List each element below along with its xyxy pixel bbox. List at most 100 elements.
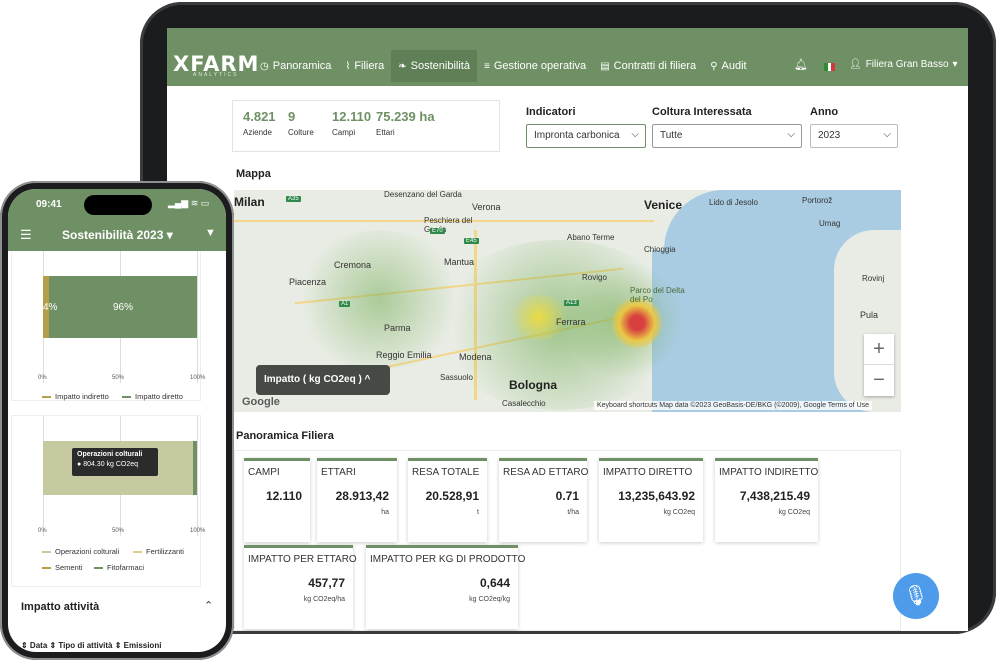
card-resa-totale: RESA TOTALE 20.528,91 t (408, 458, 487, 542)
nav-label: Sostenibilità (410, 60, 470, 72)
city-label: Parco del Delta del Po (630, 286, 685, 304)
nav-panoramica[interactable]: ◷ Panoramica (253, 50, 338, 82)
phone-screen: 09:41 ▂▄▆ ≋ ▭ ☰ Sostenibilità 2023 ▾ ▼ 4… (8, 189, 226, 652)
caret-down-icon: ▾ (952, 59, 958, 70)
card-resa-ettaro: RESA AD ETTARO 0.71 t/ha (499, 458, 588, 542)
legend-swatch (94, 567, 103, 570)
anno-select[interactable]: 2023 ⌵ (810, 124, 898, 148)
card-unit: ha (381, 509, 389, 516)
highway-shield: A13 (564, 300, 579, 306)
main-nav: ◷ Panoramica ⌇ Filiera ❧ Sostenibilità ≡ Ges… (253, 50, 754, 84)
city-label: Abano Terme (567, 233, 615, 242)
google-logo: Google (242, 396, 280, 408)
card-value: 0.71 (555, 489, 579, 503)
nav-label: Contratti di filiera (613, 60, 697, 72)
stat-value: 4.821 (243, 109, 276, 124)
map-title: Mappa (236, 168, 271, 180)
card-title: IMPATTO PER KG DI PRODOTTO (370, 554, 526, 565)
stat-aziende: 4.821 Aziende (243, 109, 276, 137)
nav-audit[interactable]: ⚲ Audit (703, 50, 753, 82)
phone-status-bar: 09:41 ▂▄▆ ≋ ▭ (8, 189, 226, 219)
nav-label: Panoramica (272, 60, 332, 72)
chart-tooltip: Operazioni colturali ● 804.30 kg CO2eq (72, 448, 158, 476)
card-impatto-kg: IMPATTO PER KG DI PRODOTTO 0,644 kg CO2eq/… (366, 545, 525, 629)
nav-sostenibilita[interactable]: ❧ Sostenibilità (391, 50, 477, 82)
city-label: Verona (472, 202, 501, 212)
phone-title[interactable]: Sostenibilità 2023 ▾ (62, 228, 173, 242)
nav-filiera[interactable]: ⌇ Filiera (338, 50, 391, 82)
select-value: 2023 (818, 130, 841, 141)
coltura-select[interactable]: Tutte ⌵ (652, 124, 802, 148)
map-attribution[interactable]: Keyboard shortcuts Map data ©2023 GeoBas… (594, 401, 873, 410)
tick-label: 100% (190, 375, 206, 381)
legend-item[interactable]: Fitofarmaci (94, 563, 144, 572)
select-value: Tutte (660, 130, 683, 141)
nav-contratti[interactable]: ▤ Contratti di filiera (593, 50, 703, 82)
user-menu[interactable]: 👤︎ Filiera Gran Basso ▾ (849, 59, 958, 70)
zoom-out-button[interactable]: − (864, 365, 894, 396)
city-label: Rovinj (862, 274, 885, 283)
city-label: Mantua (444, 257, 475, 267)
card-title: IMPATTO INDIRETTO (719, 467, 819, 478)
legend-swatch (42, 551, 51, 554)
card-title: IMPATTO DIRETTO (603, 467, 693, 478)
legend-item[interactable]: Operazioni colturali (42, 547, 119, 556)
city-label: Parma (384, 323, 411, 333)
legend-swatch (133, 551, 142, 554)
map-legend-toggle[interactable]: Impatto ( kg CO2eq ) ^ (256, 365, 390, 395)
indicatori-select[interactable]: Impronta carbonica ⌵ (526, 124, 646, 148)
city-label: Piacenza (289, 277, 327, 287)
city-label: Milan (234, 195, 265, 209)
card-unit: kg CO2eq/ha (303, 596, 345, 603)
bell-icon[interactable]: 🔔︎ (794, 58, 808, 71)
city-label: Ferrara (556, 317, 586, 327)
heatmap-map[interactable]: Milan Desenzano del Garda Verona Venice … (234, 190, 901, 412)
highway-shield: E70 (430, 228, 445, 234)
card-value: 12.110 (265, 489, 302, 503)
legend-item[interactable]: Sementi (42, 563, 83, 572)
zoom-in-button[interactable]: + (864, 334, 894, 365)
document-icon: ▤ (600, 60, 610, 72)
legend-label: Fitofarmaci (107, 563, 145, 572)
italy-flag-icon[interactable] (824, 63, 836, 71)
city-label: Lido di Jesolo (709, 198, 758, 207)
indicatori-label: Indicatori (526, 106, 576, 118)
nav-gestione-operativa[interactable]: ≡ Gestione operativa (477, 50, 593, 82)
user-icon: 👤︎ (849, 59, 862, 70)
user-name: Filiera Gran Basso (865, 59, 949, 70)
stats-summary: 4.821 Aziende 9 Colture 12.110 Campi 75.239… (232, 100, 500, 152)
tick-label: 0% (38, 528, 47, 534)
highway-shield: A1 (339, 301, 351, 307)
table-header[interactable]: ⇕ Data ⇕ Tipo di attività ⇕ Emissioni (21, 641, 161, 650)
nav-label: Filiera (354, 60, 385, 72)
stat-campi: 12.110 Campi (332, 109, 371, 137)
impatto-attivita-title[interactable]: Impatto attività (21, 601, 99, 613)
legend-swatch (42, 396, 51, 399)
chevron-up-icon[interactable]: ⌃ (204, 599, 213, 612)
card-title: RESA TOTALE (412, 467, 480, 478)
anno-label: Anno (810, 106, 839, 118)
legend-item[interactable]: Fertilizzanti (133, 547, 184, 556)
card-ettari: ETTARI 28.913,42 ha (317, 458, 397, 542)
stat-value: 12.110 (332, 109, 372, 124)
filter-icon[interactable]: ▼ (205, 227, 216, 239)
stat-label: Ettari (376, 128, 395, 137)
microphone-button[interactable]: 🎙︎ (893, 573, 939, 619)
city-label: Reggio Emilia (376, 350, 432, 360)
card-impatto-ettaro: IMPATTO PER ETTARO 457,77 kg CO2eq/ha (244, 545, 357, 629)
legend-swatch (122, 396, 131, 399)
legend-swatch (42, 567, 51, 570)
highway-shield: A35 (286, 196, 301, 202)
nav-label: Audit (721, 60, 747, 72)
clock-icon: ◷ (260, 60, 269, 72)
tablet-screen: XFARM ANALYTICS ◷ Panoramica ⌇ Filiera ❧ So… (167, 28, 968, 631)
signal-wifi-battery-icon: ▂▄▆ ≋ ▭ (168, 198, 210, 208)
legend-label: Impatto diretto (135, 392, 183, 401)
legend-label: Sementi (55, 563, 83, 572)
legend-item[interactable]: Impatto diretto (122, 392, 183, 401)
card-value: 7,438,215.49 (739, 489, 810, 503)
legend-item[interactable]: Impatto indiretto (42, 392, 109, 401)
bar-fitofarmaci[interactable] (193, 441, 197, 495)
nav-label: Gestione operativa (493, 60, 587, 72)
hamburger-menu-icon[interactable]: ☰ (20, 227, 32, 243)
